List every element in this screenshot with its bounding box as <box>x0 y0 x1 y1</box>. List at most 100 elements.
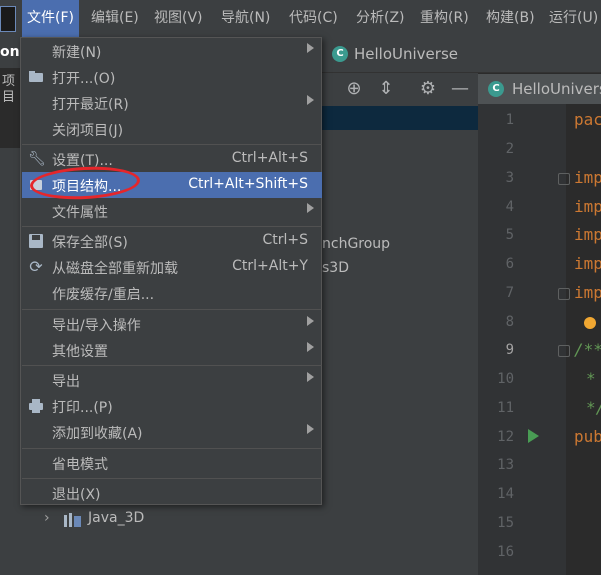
minimize-icon[interactable]: — <box>448 74 472 104</box>
folder-icon <box>28 69 44 85</box>
line-number: 10 <box>497 371 514 387</box>
menu-edit[interactable]: 编辑(E) <box>86 0 144 37</box>
code-line: imp <box>574 283 601 302</box>
code-line: /** <box>574 340 601 359</box>
line-number: 6 <box>505 256 514 272</box>
menu-item-other-settings[interactable]: 其他设置 <box>22 337 322 363</box>
lightbulb-icon[interactable] <box>584 317 596 329</box>
submenu-arrow-icon <box>307 95 314 105</box>
selected-tree-row[interactable] <box>322 106 478 130</box>
locate-icon[interactable]: ⊕ <box>342 74 366 104</box>
class-icon: C <box>488 81 504 97</box>
menu-item-label: 打印...(P) <box>52 400 113 416</box>
menu-item-label: 退出(X) <box>52 487 101 503</box>
submenu-arrow-icon <box>307 43 314 53</box>
project-toolbar: ⊕ ⇕ ⚙ — <box>322 74 478 104</box>
menu-item-label: 作废缓存/重启... <box>52 287 155 303</box>
editor-tab-label: HelloUniverse <box>512 80 601 98</box>
menu-separator <box>22 226 322 227</box>
code-line: pac <box>574 110 601 129</box>
menu-separator <box>22 448 322 449</box>
code-line: imp <box>574 225 601 244</box>
menu-item-label: 保存全部(S) <box>52 235 128 251</box>
menu-item-label: 从磁盘全部重新加载 <box>52 261 178 277</box>
code-line: * <box>586 369 596 388</box>
menu-view[interactable]: 视图(V) <box>149 0 208 37</box>
code-line: imp <box>574 168 601 187</box>
menu-item-exit[interactable]: 退出(X) <box>22 480 322 506</box>
menu-item-shortcut: Ctrl+Alt+S <box>231 150 308 166</box>
menu-separator <box>22 309 322 310</box>
menu-item-shortcut: Ctrl+S <box>262 232 308 248</box>
menu-analyze[interactable]: 分析(Z) <box>351 0 410 37</box>
fold-marker-icon[interactable] <box>558 288 570 300</box>
menu-code[interactable]: 代码(C) <box>284 0 343 37</box>
collapse-icon[interactable]: ⇕ <box>374 74 398 104</box>
app-logo-icon <box>0 6 16 32</box>
menu-item-power-save-mode[interactable]: 省电模式 <box>22 450 322 476</box>
gear-icon[interactable]: ⚙ <box>416 74 440 104</box>
line-number: 3 <box>505 170 514 186</box>
save-icon <box>28 233 44 249</box>
wrench-icon: 🔧︎ <box>28 151 46 167</box>
line-number-current: 9 <box>505 342 514 358</box>
menu-item-add-to-favorites[interactable]: 添加到收藏(A) <box>22 419 322 445</box>
run-icon[interactable] <box>528 429 539 443</box>
line-number: 14 <box>497 486 514 502</box>
code-line: imp <box>574 254 601 273</box>
menu-item-shortcut: Ctrl+Alt+Y <box>232 258 308 274</box>
line-number: 12 <box>497 429 514 445</box>
menu-run[interactable]: 运行(U) <box>544 0 601 37</box>
top-tab-label[interactable]: HelloUniverse <box>354 45 458 63</box>
menu-file[interactable]: 文件(F) <box>22 0 79 37</box>
line-number: 2 <box>505 141 514 157</box>
menu-item-reload-from-disk[interactable]: ⟳ 从磁盘全部重新加载 Ctrl+Alt+Y <box>22 254 322 280</box>
fold-marker-icon[interactable] <box>558 345 570 357</box>
menu-build[interactable]: 构建(B) <box>481 0 540 37</box>
print-icon <box>28 398 44 414</box>
submenu-arrow-icon <box>307 372 314 382</box>
menu-item-file-properties[interactable]: 文件属性 <box>22 198 322 224</box>
tree-item-java3d[interactable]: Java_3D <box>88 510 144 526</box>
menu-item-label: 省电模式 <box>52 457 108 473</box>
menu-refactor[interactable]: 重构(R) <box>415 0 474 37</box>
reload-icon: ⟳ <box>29 257 43 276</box>
menu-item-label: 其他设置 <box>52 344 108 360</box>
menu-item-open[interactable]: 打开...(O) <box>22 64 322 90</box>
code-line: */ <box>586 398 601 417</box>
code-line: imp <box>574 197 601 216</box>
menu-item-save-all[interactable]: 保存全部(S) Ctrl+S <box>22 228 322 254</box>
menu-item-label: 导出 <box>52 374 80 390</box>
menu-item-close-project[interactable]: 关闭项目(J) <box>22 116 322 142</box>
tree-item-s3d[interactable]: s3D <box>322 260 349 276</box>
menu-item-label: 打开最近(R) <box>52 97 129 113</box>
menu-item-new[interactable]: 新建(N) <box>22 38 322 64</box>
submenu-arrow-icon <box>307 316 314 326</box>
menu-item-label: 添加到收藏(A) <box>52 426 143 442</box>
menu-item-print[interactable]: 打印...(P) <box>22 393 322 419</box>
line-number: 8 <box>505 314 514 330</box>
line-number: 16 <box>497 544 514 560</box>
menu-separator <box>22 478 322 479</box>
menu-item-invalidate-caches[interactable]: 作废缓存/重启... <box>22 280 322 306</box>
menu-item-open-recent[interactable]: 打开最近(R) <box>22 90 322 116</box>
menu-navigate[interactable]: 导航(N) <box>216 0 275 37</box>
menu-separator <box>22 144 322 145</box>
project-tool-tab-label: 项目 <box>2 74 16 105</box>
editor-tab[interactable]: C HelloUniverse <box>478 74 601 106</box>
line-number: 13 <box>497 457 514 473</box>
file-menu-dropdown: 新建(N) 打开...(O) 打开最近(R) 关闭项目(J) 🔧︎ 设置(T).… <box>20 37 322 505</box>
submenu-arrow-icon <box>307 342 314 352</box>
menu-item-export-import[interactable]: 导出/导入操作 <box>22 311 322 337</box>
submenu-arrow-icon <box>307 424 314 434</box>
project-tool-tab[interactable]: 项目 <box>0 68 20 148</box>
tree-item-branchgroup[interactable]: nchGroup <box>322 236 390 252</box>
expand-chevron-icon[interactable]: › <box>44 510 50 526</box>
top-tab-bar: C HelloUniverse <box>322 37 601 73</box>
menu-item-label: 文件属性 <box>52 205 108 221</box>
submenu-arrow-icon <box>307 203 314 213</box>
menu-item-label: 新建(N) <box>52 45 102 61</box>
fold-marker-icon[interactable] <box>558 173 570 185</box>
line-number: 11 <box>497 400 514 416</box>
menu-item-export[interactable]: 导出 <box>22 367 322 393</box>
